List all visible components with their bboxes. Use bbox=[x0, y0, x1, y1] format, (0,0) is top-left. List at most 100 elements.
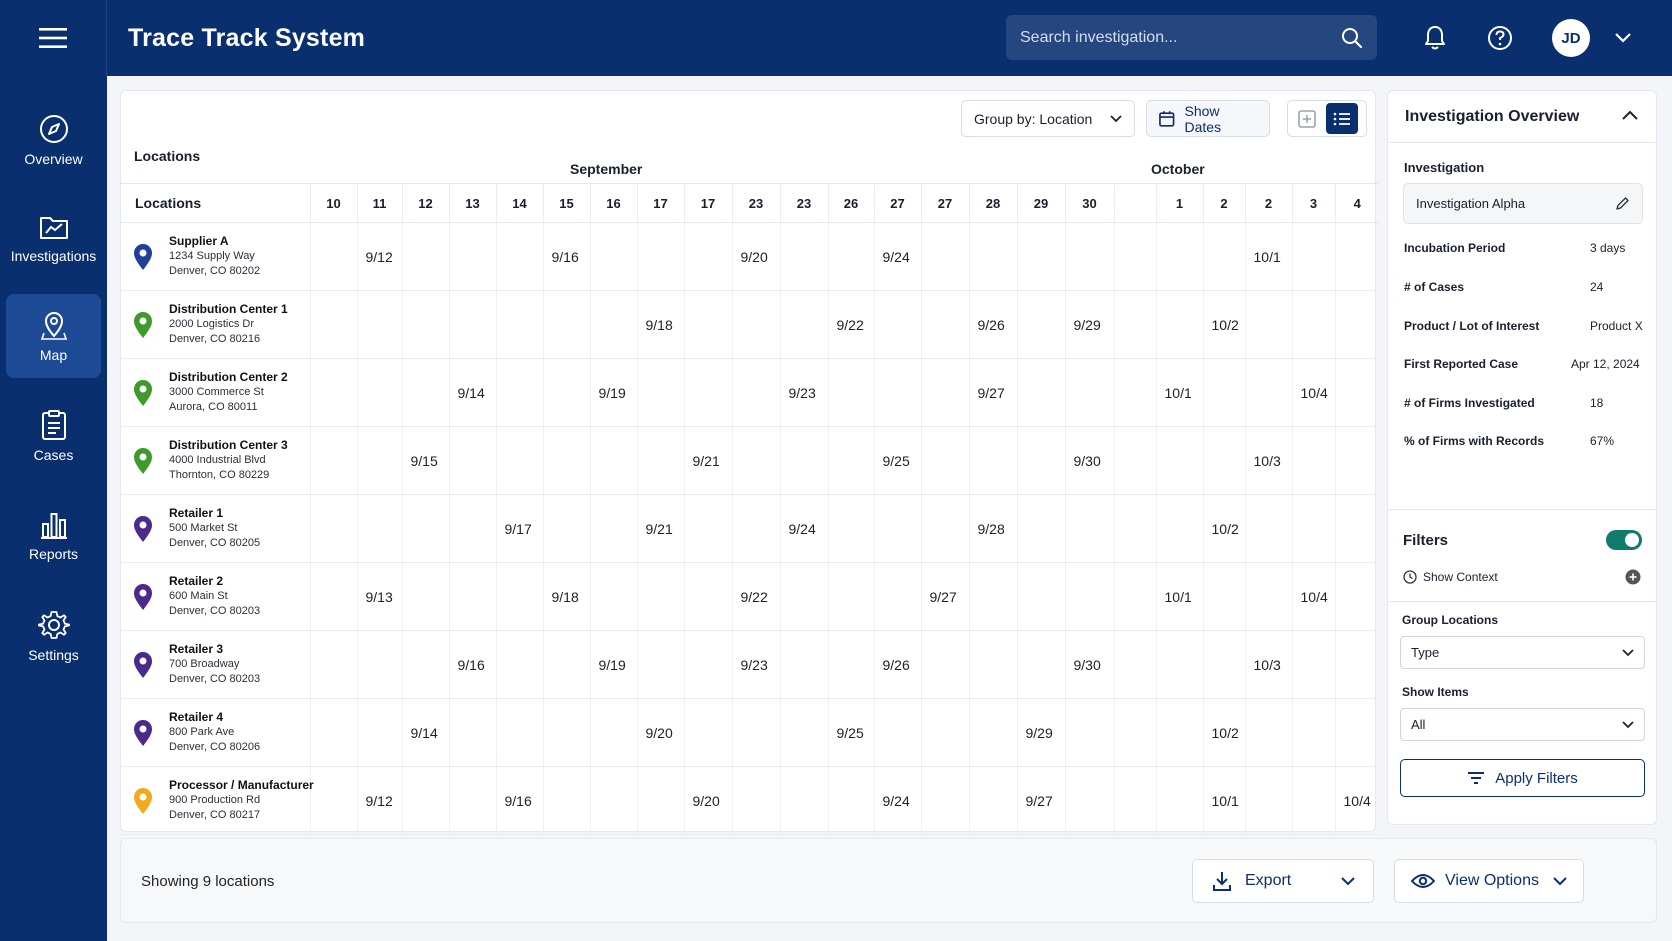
sidebar-item-reports[interactable]: Reports bbox=[6, 494, 101, 578]
date-cell[interactable]: 9/30 bbox=[1064, 426, 1114, 495]
show-dates-button[interactable]: Show Dates bbox=[1146, 100, 1270, 137]
menu-button[interactable] bbox=[0, 0, 107, 76]
notifications-button[interactable] bbox=[1415, 18, 1455, 58]
date-cell bbox=[683, 494, 732, 563]
date-cell bbox=[827, 494, 874, 563]
date-cell[interactable]: 9/19 bbox=[589, 358, 637, 427]
date-cell[interactable]: 9/14 bbox=[401, 698, 449, 767]
date-cell[interactable]: 9/26 bbox=[873, 630, 921, 699]
table-row[interactable]: Distribution Center 1 2000 Logistics Dr De… bbox=[120, 290, 1379, 359]
date-cell[interactable]: 9/16 bbox=[542, 222, 590, 291]
date-cell[interactable]: 9/23 bbox=[779, 358, 828, 427]
date-cell[interactable]: 9/27 bbox=[920, 562, 969, 631]
date-cell[interactable]: 10/4 bbox=[1334, 766, 1379, 835]
date-cell[interactable]: 9/21 bbox=[636, 494, 684, 563]
date-cell[interactable]: 9/16 bbox=[495, 766, 543, 835]
date-cell[interactable]: 9/20 bbox=[731, 222, 780, 291]
date-cell bbox=[1155, 222, 1203, 291]
date-cell[interactable]: 10/4 bbox=[1291, 562, 1335, 631]
date-cell[interactable]: 9/25 bbox=[873, 426, 921, 495]
column-header-day: 23 bbox=[731, 183, 780, 223]
date-cell[interactable]: 9/22 bbox=[731, 562, 780, 631]
date-cell[interactable]: 9/26 bbox=[968, 290, 1017, 359]
sidebar-item-overview[interactable]: Overview bbox=[6, 98, 101, 182]
date-cell[interactable]: 9/21 bbox=[683, 426, 732, 495]
date-cell[interactable]: 9/29 bbox=[1016, 698, 1065, 767]
export-button[interactable]: Export bbox=[1192, 859, 1374, 903]
date-cell[interactable]: 10/1 bbox=[1155, 358, 1203, 427]
search-icon[interactable] bbox=[1341, 27, 1363, 49]
table-row[interactable]: Retailer 4 800 Park Ave Denver, CO 80206 9/… bbox=[120, 698, 1379, 767]
group-by-dropdown[interactable]: Group by: Location bbox=[961, 100, 1135, 137]
date-cell[interactable]: 9/22 bbox=[827, 290, 874, 359]
date-cell[interactable]: 9/19 bbox=[589, 630, 637, 699]
date-cell[interactable]: 10/2 bbox=[1202, 290, 1245, 359]
date-cell[interactable]: 10/3 bbox=[1244, 630, 1292, 699]
sidebar-item-investigations[interactable]: Investigations bbox=[6, 196, 101, 280]
table-row[interactable]: Supplier A 1234 Supply Way Denver, CO 8020… bbox=[120, 222, 1379, 291]
date-cell[interactable]: 9/25 bbox=[827, 698, 874, 767]
date-cell[interactable]: 9/27 bbox=[968, 358, 1017, 427]
group-locations-select[interactable]: Type bbox=[1400, 636, 1645, 669]
date-cell[interactable]: 9/16 bbox=[448, 630, 496, 699]
location-name: Retailer 3 bbox=[169, 642, 224, 656]
location-cell: Retailer 2 600 Main St Denver, CO 80203 bbox=[120, 562, 310, 631]
date-cell[interactable]: 9/24 bbox=[779, 494, 828, 563]
stat-value: 24 bbox=[1590, 280, 1604, 294]
table-row[interactable]: Retailer 1 500 Market St Denver, CO 80205 9… bbox=[120, 494, 1379, 563]
date-cell[interactable]: 9/20 bbox=[636, 698, 684, 767]
search-input[interactable] bbox=[1020, 28, 1341, 47]
date-cell[interactable]: 9/24 bbox=[873, 222, 921, 291]
view-options-button[interactable]: View Options bbox=[1394, 859, 1584, 903]
date-cell[interactable]: 9/20 bbox=[683, 766, 732, 835]
sidebar-item-settings[interactable]: Settings bbox=[6, 594, 101, 678]
date-cell[interactable]: 10/4 bbox=[1291, 358, 1335, 427]
date-cell[interactable]: 10/3 bbox=[1244, 426, 1292, 495]
sidebar-item-cases[interactable]: Cases bbox=[6, 394, 101, 478]
date-cell[interactable]: 9/18 bbox=[636, 290, 684, 359]
date-cell[interactable]: 9/12 bbox=[356, 766, 402, 835]
chevron-up-icon[interactable] bbox=[1622, 110, 1638, 120]
gear-icon bbox=[37, 611, 70, 639]
date-cell[interactable]: 10/2 bbox=[1202, 698, 1245, 767]
filters-toggle[interactable] bbox=[1606, 530, 1642, 550]
show-items-select[interactable]: All bbox=[1400, 708, 1645, 741]
date-cell[interactable]: 9/28 bbox=[968, 494, 1017, 563]
table-row[interactable]: Distribution Center 2 3000 Commerce St Aur… bbox=[120, 358, 1379, 427]
apply-filters-button[interactable]: Apply Filters bbox=[1400, 759, 1645, 797]
date-cell[interactable]: 10/1 bbox=[1202, 766, 1245, 835]
date-cell[interactable]: 9/13 bbox=[356, 562, 402, 631]
pencil-icon[interactable] bbox=[1615, 196, 1630, 211]
date-cell[interactable]: 9/29 bbox=[1064, 290, 1114, 359]
date-cell[interactable]: 9/24 bbox=[873, 766, 921, 835]
date-cell[interactable]: 9/23 bbox=[731, 630, 780, 699]
column-header-day: 27 bbox=[873, 183, 921, 223]
sidebar-item-map[interactable]: Map bbox=[6, 294, 101, 378]
date-cell[interactable]: 9/12 bbox=[356, 222, 402, 291]
date-cell[interactable]: 10/1 bbox=[1155, 562, 1203, 631]
grid-view-button[interactable] bbox=[1288, 101, 1326, 136]
list-view-button[interactable] bbox=[1326, 103, 1358, 134]
table-row[interactable]: Processor / Manufacturer 900 Production R… bbox=[120, 766, 1379, 835]
add-context-icon[interactable] bbox=[1625, 569, 1641, 585]
date-cell[interactable]: 9/18 bbox=[542, 562, 590, 631]
table-row[interactable]: Retailer 3 700 Broadway Denver, CO 80203 9/… bbox=[120, 630, 1379, 699]
month-label-october: October bbox=[1151, 161, 1205, 177]
user-avatar[interactable]: JD bbox=[1552, 19, 1590, 57]
table-row[interactable]: Retailer 2 600 Main St Denver, CO 80203 9/1… bbox=[120, 562, 1379, 631]
date-cell[interactable]: 10/1 bbox=[1244, 222, 1292, 291]
date-cell[interactable]: 9/17 bbox=[495, 494, 543, 563]
date-cell[interactable]: 9/27 bbox=[1016, 766, 1065, 835]
date-cell bbox=[1291, 766, 1335, 835]
date-cell[interactable]: 10/2 bbox=[1202, 494, 1245, 563]
investigation-field[interactable]: Investigation Alpha bbox=[1403, 183, 1643, 224]
date-cell[interactable]: 9/14 bbox=[448, 358, 496, 427]
date-cell bbox=[1113, 222, 1156, 291]
column-header-day: 28 bbox=[968, 183, 1017, 223]
table-row[interactable]: Distribution Center 3 4000 Industrial Blv… bbox=[120, 426, 1379, 495]
date-cell[interactable]: 9/15 bbox=[401, 426, 449, 495]
column-header-day: 12 bbox=[401, 183, 449, 223]
user-menu-toggle[interactable] bbox=[1603, 18, 1643, 58]
help-button[interactable] bbox=[1480, 18, 1520, 58]
date-cell[interactable]: 9/30 bbox=[1064, 630, 1114, 699]
